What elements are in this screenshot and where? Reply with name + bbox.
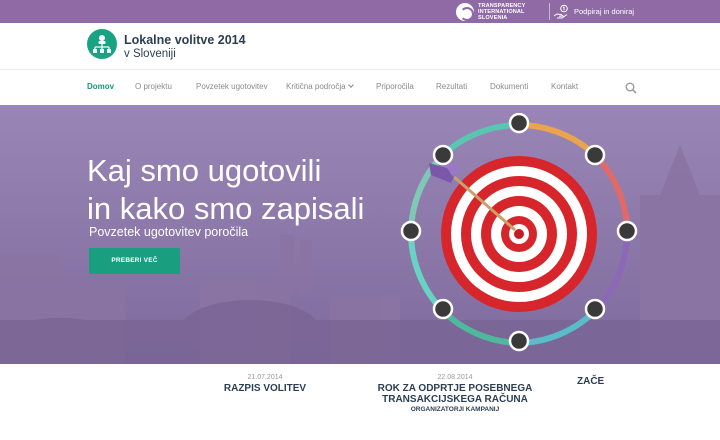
news-item[interactable]: 22.08.2014 ROK ZA ODPRTJE POSEBNEGA TRAN… bbox=[370, 374, 540, 413]
globe-icon bbox=[456, 2, 474, 21]
nav-item-rezultati[interactable]: Rezultati bbox=[436, 70, 467, 105]
hero-title: Kaj smo ugotovili in kako smo zapisali bbox=[87, 153, 365, 226]
nav-item-povzetek-ugotovitev[interactable]: Povzetek ugotovitev bbox=[196, 70, 268, 105]
search-icon[interactable] bbox=[625, 82, 637, 94]
nav-item-label: Povzetek ugotovitev bbox=[196, 82, 268, 91]
nav-item-label: Kontakt bbox=[551, 82, 579, 91]
news-item[interactable]: 21.07.2014 RAZPIS VOLITEV bbox=[215, 374, 315, 394]
chevron-down-icon bbox=[347, 82, 354, 88]
news-date: 21.07.2014 bbox=[247, 374, 283, 381]
hero-banner: Kaj smo ugotovili in kako smo zapisali P… bbox=[0, 105, 720, 364]
news-title: ROK ZA ODPRTJE POSEBNEGA TRANSAKCIJSKEGA… bbox=[377, 383, 533, 405]
nav-item-label: Kritična področja bbox=[286, 82, 346, 91]
nav-item-label: Rezultati bbox=[436, 82, 468, 91]
donate-hand-icon bbox=[553, 4, 569, 20]
nav-item-domov[interactable]: Domov bbox=[87, 70, 114, 105]
page: TRANSPARENCY INTERNATIONAL SLOVENIA Podp… bbox=[0, 0, 720, 440]
network-icon bbox=[93, 35, 111, 53]
nav-item-label: O projektu bbox=[135, 82, 172, 91]
news-title: ZAČE bbox=[577, 376, 605, 387]
target-illustration bbox=[400, 113, 638, 352]
donate-label: Podpiraj in doniraj bbox=[574, 7, 635, 16]
nav-item-o-projektu[interactable]: O projektu bbox=[135, 70, 172, 105]
nav-item-label: Dokumenti bbox=[490, 82, 529, 91]
site-subtitle: v Sloveniji bbox=[124, 48, 176, 60]
nav-item-label: Domov bbox=[87, 82, 115, 91]
hero-subtitle: Povzetek ugotovitev poročila bbox=[89, 225, 249, 239]
news-title: RAZPIS VOLITEV bbox=[223, 383, 307, 394]
news-strip: 21.07.2014 RAZPIS VOLITEV 22.08.2014 ROK… bbox=[0, 364, 720, 440]
nav-item-label: Priporočila bbox=[376, 82, 414, 91]
ti-logo-line: TRANSPARENCY bbox=[478, 2, 526, 9]
news-date: 22.08.2014 bbox=[437, 374, 473, 381]
donate-link[interactable]: Podpiraj in doniraj bbox=[553, 2, 634, 21]
site-logo[interactable] bbox=[87, 29, 117, 59]
divider bbox=[549, 3, 550, 20]
news-organizer: ORGANIZATORJI KAMPANIJ bbox=[410, 406, 500, 413]
news-item[interactable]: ZAČE bbox=[577, 374, 617, 387]
site-header: Lokalne volitve 2014 v Sloveniji bbox=[0, 23, 720, 69]
nav-item-kriticna-podrocja[interactable]: Kritična področja bbox=[286, 70, 354, 105]
transparency-international-logo[interactable]: TRANSPARENCY INTERNATIONAL SLOVENIA bbox=[456, 2, 532, 21]
ti-logo-line: SLOVENIA bbox=[478, 14, 508, 21]
nav-item-priporocila[interactable]: Priporočila bbox=[376, 70, 414, 105]
top-bar: TRANSPARENCY INTERNATIONAL SLOVENIA Podp… bbox=[0, 0, 720, 23]
main-nav: Domov O projektu Povzetek ugotovitev Kri… bbox=[0, 69, 720, 105]
nav-item-dokumenti[interactable]: Dokumenti bbox=[490, 70, 528, 105]
nav-item-kontakt[interactable]: Kontakt bbox=[551, 70, 578, 105]
site-title[interactable]: Lokalne volitve 2014 bbox=[124, 33, 246, 47]
ti-logo-line: INTERNATIONAL bbox=[478, 8, 525, 15]
read-more-button[interactable]: PREBERI VEČ bbox=[89, 248, 180, 274]
